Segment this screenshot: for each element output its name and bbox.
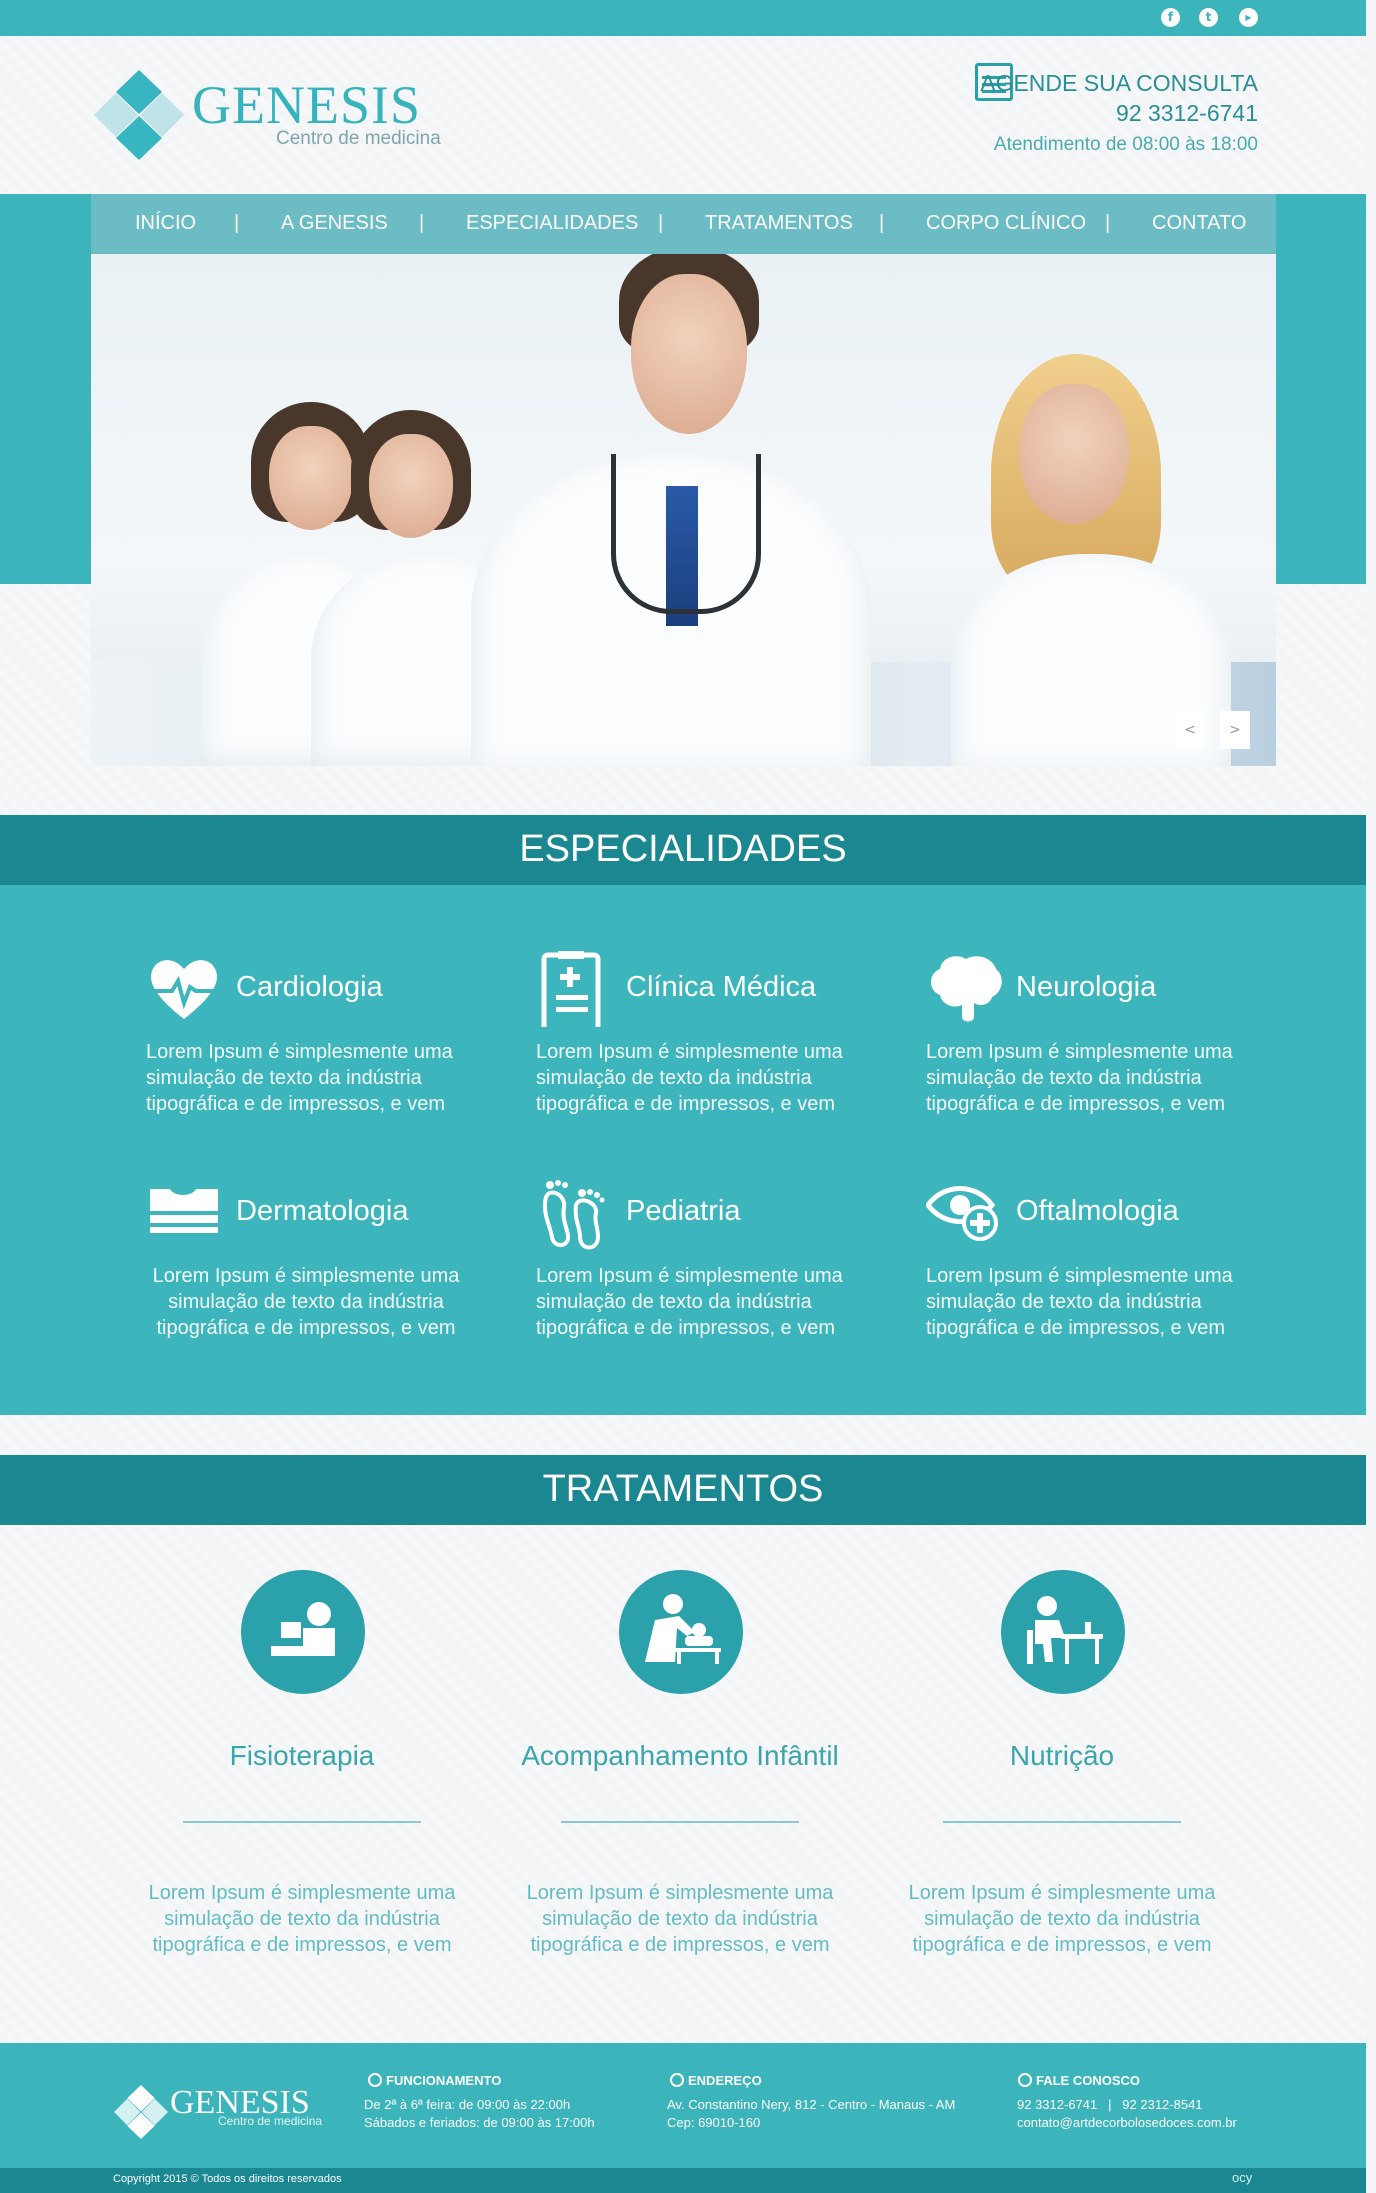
- nav-item-especialidades[interactable]: ESPECIALIDADES: [466, 212, 638, 235]
- nav-item-a-genesis[interactable]: A GENESIS: [281, 212, 388, 235]
- especialidades-title: ESPECIALIDADES: [519, 828, 847, 870]
- divider: [183, 1821, 421, 1823]
- trat-text: Lorem Ipsum é simplesmente uma simulação…: [526, 1882, 834, 1956]
- footer-email[interactable]: contato@artdecorbolosedoces.com.br: [1017, 2114, 1237, 2132]
- trat-name: Fisioterapia: [229, 1740, 375, 1771]
- footer-hours-line2: Sábados e feriados: de 09:00 às 17:00h: [364, 2115, 595, 2130]
- nav-separator: |: [1105, 212, 1111, 234]
- footer-address-line1: Av. Constantino Nery, 812 - Centro - Man…: [667, 2097, 956, 2112]
- nav-separator: |: [879, 212, 885, 234]
- location-pin-icon: [670, 2073, 684, 2087]
- footer-heading-label: FUNCIONAMENTO: [386, 2073, 502, 2088]
- slider-prev-button[interactable]: <: [1175, 711, 1205, 749]
- tratamentos-title: TRATAMENTOS: [542, 1468, 824, 1510]
- nav-separator: |: [419, 212, 425, 234]
- spec-text: Lorem Ipsum é simplesmente uma simulação…: [926, 1041, 1233, 1115]
- baby-care-icon: [645, 1594, 721, 1664]
- cta-title[interactable]: AGENDE SUA CONSULTA: [980, 70, 1258, 97]
- footer-hours-line1: De 2ª à 6ª feira: de 09:00 às 22:00h: [364, 2097, 571, 2112]
- footer-phones[interactable]: 92 3312-6741 | 92 2312-8541: [1017, 2096, 1203, 2114]
- doctor-face: [269, 426, 353, 530]
- footer-funcionamento-heading: FUNCIONAMENTO: [368, 2073, 501, 2088]
- logo-mark[interactable]: [94, 70, 184, 160]
- eye-plus-icon: [926, 1186, 998, 1241]
- brand-name[interactable]: GENESIS: [192, 74, 421, 136]
- nav-item-corpo-clinico[interactable]: CORPO CLÍNICO: [926, 212, 1086, 235]
- doctor-face: [631, 274, 747, 434]
- footer-tagline: Centro de medicina: [218, 2114, 323, 2128]
- nav-separator: |: [234, 212, 240, 234]
- hero-band-right: [1276, 194, 1366, 584]
- facebook-icon[interactable]: f: [1161, 8, 1180, 27]
- hero-slider: < >: [91, 254, 1276, 766]
- trat-text: Lorem Ipsum é simplesmente uma simulação…: [148, 1882, 456, 1956]
- developer-credit[interactable]: ocy: [1232, 2170, 1252, 2185]
- slider-next-button[interactable]: >: [1220, 711, 1250, 749]
- spec-text: Lorem Ipsum é simplesmente uma simulação…: [152, 1265, 460, 1339]
- spec-text: Lorem Ipsum é simplesmente uma simulação…: [536, 1265, 843, 1339]
- trat-icon-circle: [1001, 1570, 1125, 1694]
- doctor-face: [369, 434, 453, 538]
- spec-text: Lorem Ipsum é simplesmente uma simulação…: [146, 1041, 453, 1115]
- trat-name: Acompanhamento Infântil: [521, 1740, 839, 1771]
- spec-name: Dermatologia: [236, 1195, 409, 1227]
- youtube-icon[interactable]: ▶: [1239, 8, 1258, 27]
- spec-text: Lorem Ipsum é simplesmente uma simulação…: [536, 1041, 843, 1115]
- spec-name: Clínica Médica: [626, 971, 817, 1003]
- twitter-icon[interactable]: t: [1199, 8, 1218, 27]
- top-bar: f t ▶: [0, 0, 1366, 36]
- spec-name: Cardiologia: [236, 971, 383, 1003]
- trat-text: Lorem Ipsum é simplesmente uma simulação…: [908, 1882, 1216, 1956]
- divider: [561, 1821, 799, 1823]
- spec-name: Oftalmologia: [1016, 1195, 1179, 1227]
- page: f t ▶ GENESIS Centro de medicina AGENDE …: [0, 0, 1366, 2193]
- nav-separator: |: [658, 212, 664, 234]
- nav-item-contato[interactable]: CONTATO: [1152, 212, 1246, 235]
- spec-name: Pediatria: [626, 1195, 741, 1227]
- brain-icon: [931, 956, 1002, 1022]
- nav-item-tratamentos[interactable]: TRATAMENTOS: [705, 212, 853, 235]
- spec-text: Lorem Ipsum é simplesmente uma simulação…: [926, 1265, 1233, 1339]
- heart-icon: [151, 960, 217, 1019]
- divider: [943, 1821, 1181, 1823]
- footer-address-line2: Cep: 69010-160: [667, 2115, 761, 2130]
- footer-heading-label: FALE CONOSCO: [1036, 2073, 1141, 2088]
- nav-item-inicio[interactable]: INÍCIO: [135, 212, 196, 235]
- stethoscope: [611, 454, 761, 614]
- especialidades-section: Cardiologia Lorem Ipsum é simplesmente u…: [0, 885, 1366, 1415]
- clock-icon: [368, 2073, 382, 2087]
- hero-band-left: [0, 194, 91, 584]
- physio-icon: [271, 1602, 335, 1656]
- cta-phone[interactable]: 92 3312-6741: [1116, 100, 1258, 127]
- cta-hours: Atendimento de 08:00 às 18:00: [993, 134, 1258, 155]
- footer-contato-heading: FALE CONOSCO: [1018, 2073, 1140, 2088]
- trat-icon-circle: [241, 1570, 365, 1694]
- skin-layers-icon: [150, 1189, 218, 1233]
- trat-icon-circle: [619, 1570, 743, 1694]
- main-nav: INÍCIO | A GENESIS | ESPECIALIDADES | TR…: [91, 194, 1276, 254]
- footprints-icon: [542, 1180, 605, 1250]
- dining-icon: [1027, 1596, 1103, 1664]
- footer-heading-label: ENDEREÇO: [688, 2073, 762, 2088]
- footer-endereco-heading: ENDEREÇO: [670, 2073, 762, 2088]
- spec-name: Neurologia: [1016, 971, 1157, 1003]
- phone-icon: [1018, 2073, 1032, 2087]
- trat-name: Nutrição: [1009, 1740, 1115, 1771]
- footer-logo-mark: [114, 2085, 168, 2139]
- copyright: Copyright 2015 © Todos os direitos reser…: [113, 2173, 342, 2185]
- brand-tagline: Centro de medicina: [276, 128, 441, 149]
- clipboard-icon: [541, 951, 601, 1027]
- doctor-face: [1019, 384, 1129, 524]
